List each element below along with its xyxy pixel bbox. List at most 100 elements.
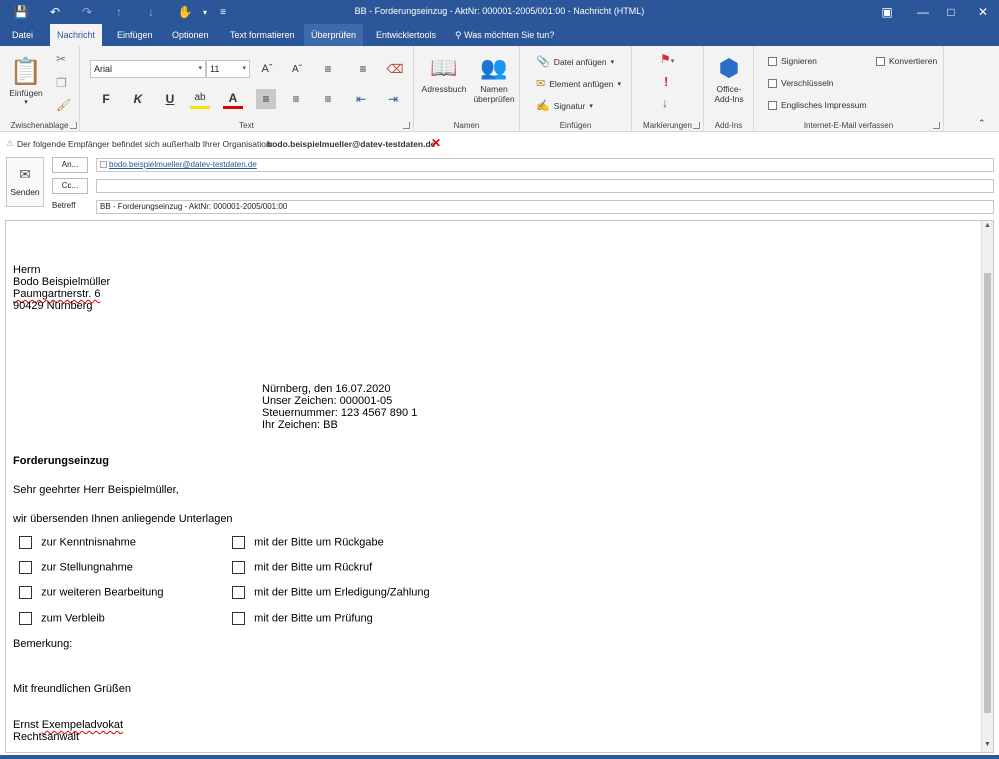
attach-file-button[interactable]: 📎 Datei anfügen ▾ (536, 55, 614, 68)
chevron-down-icon: ▾ (610, 58, 615, 66)
format-painter-icon[interactable]: 🖌 (56, 98, 71, 112)
scroll-up-icon[interactable]: ▲ (982, 222, 993, 232)
to-button[interactable]: An... (52, 157, 88, 173)
clipboard-launcher-icon[interactable] (70, 122, 77, 129)
english-imprint-checkbox[interactable]: Englisches Impressum (768, 100, 867, 110)
checkbox-icon (19, 536, 32, 549)
highlight-icon[interactable]: ab (190, 89, 210, 109)
subject-label: Betreff (52, 201, 76, 210)
paste-dropdown-icon: ▾ (24, 99, 28, 106)
tab-text-formatieren[interactable]: Text formatieren (223, 24, 302, 46)
check-item[interactable]: zur Stellungnahme (19, 561, 133, 574)
title-bar: 💾 ↶ ↷ ↑ ↓ ✋ ▾ ≡ BB - Forderungseinzug - … (0, 0, 999, 24)
internet-mail-launcher-icon[interactable] (933, 122, 940, 129)
collapse-ribbon-icon[interactable]: ⌃ (978, 118, 986, 129)
clear-formatting-icon[interactable]: ⌫ (385, 59, 405, 79)
message-body[interactable]: Herrn Bodo Beispielmüller Paumgartnerstr… (5, 220, 994, 753)
align-right-icon[interactable]: ≡ (318, 89, 338, 109)
check-item[interactable]: mit der Bitte um Rückgabe (232, 536, 384, 549)
align-left-icon[interactable]: ≡ (256, 89, 276, 109)
chevron-down-icon: ▾ (589, 102, 593, 110)
tab-ueberpruefen[interactable]: Überprüfen (304, 24, 364, 46)
check-item[interactable]: zur weiteren Bearbeitung (19, 586, 163, 599)
group-label-names: Namen (453, 121, 480, 130)
closing: Mit freundlichen Grüßen (13, 683, 131, 695)
font-size-select[interactable]: 11 ▾ (206, 60, 250, 78)
scroll-thumb[interactable] (984, 273, 991, 713)
increase-indent-icon[interactable]: ⇥ (383, 89, 403, 109)
vertical-scrollbar[interactable]: ▲ ▼ (981, 221, 993, 752)
tags-launcher-icon[interactable] (693, 122, 700, 129)
group-internet-mail: Signieren Verschlüsseln Englisches Impre… (754, 46, 944, 132)
signer-role: Rechtsanwalt (13, 731, 80, 743)
sign-checkbox[interactable]: Signieren (768, 56, 817, 66)
convert-checkbox[interactable]: Konvertieren (876, 56, 937, 66)
tell-me-search[interactable]: ⚲ Was möchten Sie tun? (448, 24, 561, 46)
check-item[interactable]: zur Kenntnisnahme (19, 536, 136, 549)
signature-button[interactable]: ✍ Signatur ▾ (536, 99, 593, 112)
cc-button[interactable]: Cc... (52, 178, 88, 194)
numbering-icon[interactable]: ≡ (353, 59, 373, 79)
tab-entwicklertools[interactable]: Entwicklertools (369, 24, 443, 46)
warning-icon: ⚠ (6, 138, 14, 148)
external-recipient-address: bodo.beispielmueller@datev-testdaten.de (267, 139, 436, 149)
encrypt-checkbox[interactable]: Verschlüsseln (768, 78, 833, 88)
window-bottom-border (0, 755, 999, 759)
low-importance-icon[interactable]: ↓ (662, 96, 668, 110)
shrink-font-icon[interactable]: Aˇ (287, 59, 307, 79)
group-clipboard: 📋 Einfügen ▾ ✂ ❐ 🖌 Zwischenablage (0, 46, 80, 132)
chevron-down-icon: ▾ (198, 65, 202, 72)
contact-icon (100, 161, 107, 169)
subject-field[interactable]: BB - Forderungseinzug - AktNr: 000001-20… (96, 200, 994, 214)
bold-button[interactable]: F (96, 89, 116, 109)
salutation: Sehr geehrter Herr Beispielmüller, (13, 484, 179, 496)
tab-nachricht[interactable]: Nachricht (50, 24, 103, 46)
bullets-icon[interactable]: ≡ (318, 59, 338, 79)
paste-button[interactable]: 📋 Einfügen ▾ (6, 54, 46, 107)
text-launcher-icon[interactable] (403, 122, 410, 129)
font-name-select[interactable]: Arial ▾ (90, 60, 206, 78)
check-item[interactable]: mit der Bitte um Prüfung (232, 612, 373, 625)
tab-optionen[interactable]: Optionen (165, 24, 216, 46)
group-include: 📎 Datei anfügen ▾ ✉ Element anfügen ▾ ✍ Si… (520, 46, 632, 132)
check-item[interactable]: mit der Bitte um Erledigung/Zahlung (232, 586, 430, 599)
font-color-icon[interactable]: A (223, 89, 243, 109)
copy-icon[interactable]: ❐ (56, 76, 67, 90)
checkbox-icon (19, 612, 32, 625)
check-names-button[interactable]: 👥 Namen überprüfen (470, 52, 518, 104)
send-button[interactable]: ✉ Senden (6, 157, 44, 207)
attach-item-button[interactable]: ✉ Element anfügen ▾ (536, 77, 621, 90)
cut-icon[interactable]: ✂ (56, 52, 66, 66)
letter-subject: Forderungseinzug (13, 455, 109, 467)
office-addins-button[interactable]: ⬢ Office- Add-Ins (706, 52, 752, 105)
tab-einfuegen[interactable]: Einfügen (110, 24, 160, 46)
maximize-icon[interactable]: □ (934, 0, 968, 24)
address-book-button[interactable]: 📖 Adressbuch (420, 52, 468, 94)
checkbox-icon (232, 612, 245, 625)
close-icon[interactable]: ✕ (966, 0, 999, 24)
italic-button[interactable]: K (128, 89, 148, 109)
lightbulb-icon: ⚲ (455, 30, 462, 40)
info-line: Nürnberg, den 16.07.2020 (262, 383, 391, 395)
to-field[interactable]: bodo.beispielmueller@datev-testdaten.de (96, 158, 994, 172)
underline-button[interactable]: U (160, 89, 180, 109)
group-label-text: Text (239, 121, 254, 130)
group-label-addins: Add-Ins (714, 121, 743, 130)
cc-field[interactable] (96, 179, 994, 193)
address-line: Paumgartnerstr. 6 (13, 288, 101, 300)
grow-font-icon[interactable]: Aˆ (257, 59, 277, 79)
scroll-down-icon[interactable]: ▼ (982, 741, 993, 751)
check-item[interactable]: mit der Bitte um Rückruf (232, 561, 372, 574)
follow-up-flag-icon[interactable]: ⚑▾ (660, 52, 674, 66)
ribbon-display-icon[interactable]: ▣ (870, 0, 904, 24)
align-center-icon[interactable]: ≡ (286, 89, 306, 109)
decrease-indent-icon[interactable]: ⇤ (351, 89, 371, 109)
high-importance-icon[interactable]: ! (664, 74, 668, 89)
chevron-down-icon: ▾ (617, 80, 622, 88)
dismiss-icon[interactable]: ✕ (431, 136, 441, 150)
tab-datei[interactable]: Datei (5, 24, 40, 46)
checkbox-icon (232, 586, 245, 599)
check-item[interactable]: zum Verbleib (19, 612, 105, 625)
group-label-internet-mail: Internet-E-Mail verfassen (803, 121, 894, 130)
to-recipient[interactable]: bodo.beispielmueller@datev-testdaten.de (109, 160, 257, 169)
